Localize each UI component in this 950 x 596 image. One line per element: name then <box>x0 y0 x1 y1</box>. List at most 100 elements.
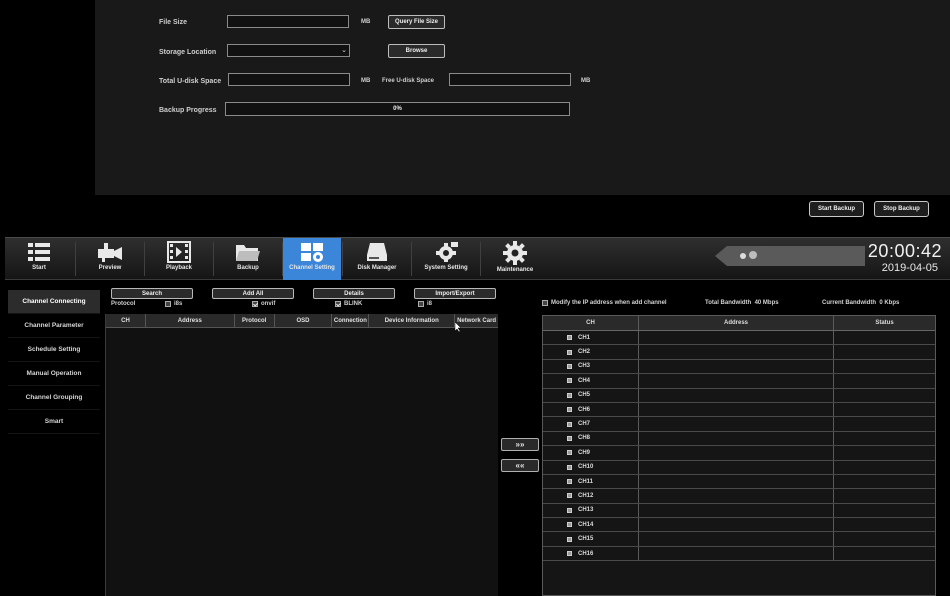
protocol-blink[interactable]: BLINK <box>335 301 362 307</box>
channel-checkbox[interactable] <box>567 407 572 413</box>
channel-cell[interactable]: CH13 <box>543 503 639 518</box>
stop-backup-button[interactable]: Stop Backup <box>874 201 929 217</box>
column-status[interactable]: Status <box>834 316 935 330</box>
channel-cell[interactable]: CH5 <box>543 388 639 402</box>
table-row[interactable]: CH6 <box>543 402 935 418</box>
table-row[interactable]: CH15 <box>543 532 935 547</box>
channel-checkbox[interactable] <box>567 392 572 398</box>
remove-channel-button[interactable]: «« <box>501 459 539 472</box>
toolbar-system-setting[interactable]: System Setting <box>412 238 480 280</box>
column-ch[interactable]: CH <box>543 316 639 330</box>
channel-cell[interactable]: CH14 <box>543 518 639 532</box>
table-row[interactable]: CH13 <box>543 503 935 519</box>
protocol-i8[interactable]: i8 <box>418 301 432 307</box>
toolbar-maintenance[interactable]: Maintenance <box>481 238 549 280</box>
channel-checkbox[interactable] <box>567 522 572 528</box>
free-space-field[interactable] <box>449 73 571 86</box>
table-row[interactable]: CH1 <box>543 331 935 346</box>
add-channel-button[interactable]: »» <box>501 438 539 451</box>
total-space-field[interactable] <box>228 73 350 86</box>
add-all-button[interactable]: Add All <box>212 288 294 299</box>
channel-cell[interactable]: CH10 <box>543 460 639 474</box>
column-address[interactable]: Address <box>146 314 235 327</box>
channel-cell[interactable]: CH9 <box>543 446 639 460</box>
column-address[interactable]: Address <box>639 316 834 330</box>
column-ch[interactable]: CH <box>106 314 146 327</box>
channel-checkbox[interactable] <box>567 435 572 441</box>
channel-cell[interactable]: CH3 <box>543 359 639 374</box>
checkbox-blink[interactable] <box>335 301 341 307</box>
checkbox-i8[interactable] <box>418 301 424 307</box>
column-osd[interactable]: OSD <box>275 314 333 327</box>
table-row[interactable]: CH7 <box>543 417 935 432</box>
toolbar-backup[interactable]: Backup <box>214 238 282 280</box>
sidebar-item-channel-parameter[interactable]: Channel Parameter <box>8 314 100 338</box>
channel-checkbox[interactable] <box>567 479 572 485</box>
table-row[interactable]: CH8 <box>543 431 935 447</box>
sidebar-item-channel-grouping[interactable]: Channel Grouping <box>8 386 100 410</box>
search-button[interactable]: Search <box>111 288 193 299</box>
address-cell <box>639 532 834 546</box>
toolbar-channel-setting[interactable]: Channel Setting <box>283 238 341 280</box>
browse-button[interactable]: Browse <box>388 44 445 58</box>
table-row[interactable]: CH12 <box>543 489 935 504</box>
storage-location-select[interactable]: ⌄ <box>227 44 350 57</box>
toolbar-disk-manager[interactable]: Disk Manager <box>343 238 411 280</box>
table-row[interactable]: CH5 <box>543 388 935 403</box>
channel-cell[interactable]: CH4 <box>543 374 639 388</box>
channel-checkbox[interactable] <box>567 551 572 557</box>
channel-checkbox[interactable] <box>567 335 572 341</box>
device-table: CH Address Protocol OSD Connection Devic… <box>105 314 498 596</box>
channel-checkbox[interactable] <box>567 536 572 542</box>
column-device-information[interactable]: Device Information <box>369 314 456 327</box>
sidebar-item-manual-operation[interactable]: Manual Operation <box>8 362 100 386</box>
channel-checkbox[interactable] <box>567 507 572 513</box>
details-button[interactable]: Details <box>313 288 395 299</box>
file-size-field[interactable] <box>227 15 349 28</box>
channel-checkbox[interactable] <box>567 378 572 384</box>
address-cell <box>639 331 834 345</box>
channel-checkbox[interactable] <box>567 421 572 427</box>
channel-cell[interactable]: CH6 <box>543 402 639 417</box>
sidebar-item-schedule-setting[interactable]: Schedule Setting <box>8 338 100 362</box>
query-file-size-button[interactable]: Query File Size <box>388 15 445 29</box>
table-row[interactable]: CH14 <box>543 518 935 533</box>
import-export-button[interactable]: Import/Export <box>414 288 496 299</box>
channel-cell[interactable]: CH2 <box>543 345 639 359</box>
protocol-i8s[interactable]: i8s <box>165 301 182 307</box>
table-row[interactable]: CH9 <box>543 446 935 461</box>
checkbox-modify-ip[interactable] <box>542 300 548 306</box>
channel-checkbox[interactable] <box>567 363 572 369</box>
table-row[interactable]: CH3 <box>543 359 935 375</box>
channel-checkbox[interactable] <box>567 493 572 499</box>
table-row[interactable]: CH4 <box>543 374 935 389</box>
sidebar-item-channel-connecting[interactable]: Channel Connecting <box>8 290 100 314</box>
channel-cell[interactable]: CH11 <box>543 474 639 489</box>
column-protocol[interactable]: Protocol <box>235 314 275 327</box>
protocol-onvif[interactable]: onvif <box>252 301 275 307</box>
table-row[interactable]: CH11 <box>543 474 935 490</box>
column-connection[interactable]: Connection <box>332 314 370 327</box>
table-row[interactable]: CH10 <box>543 460 935 475</box>
channel-cell[interactable]: CH16 <box>543 546 639 561</box>
toolbar-preview[interactable]: Preview <box>76 238 144 280</box>
checkbox-i8s[interactable] <box>165 301 171 307</box>
modify-ip-option[interactable]: Modify the IP address when add channel <box>542 300 667 306</box>
channel-cell[interactable]: CH12 <box>543 489 639 503</box>
table-row[interactable]: CH2 <box>543 345 935 360</box>
channel-cell[interactable]: CH7 <box>543 417 639 431</box>
toolbar-playback[interactable]: Playback <box>145 238 213 280</box>
start-backup-button[interactable]: Start Backup <box>809 201 864 217</box>
channel-checkbox[interactable] <box>567 464 572 470</box>
checkbox-onvif[interactable] <box>252 301 258 307</box>
channel-checkbox[interactable] <box>567 349 572 355</box>
channel-checkbox[interactable] <box>567 450 572 456</box>
sidebar-item-smart[interactable]: Smart <box>8 410 100 434</box>
channel-cell[interactable]: CH15 <box>543 532 639 546</box>
chevron-down-icon[interactable]: ⌄ <box>340 46 348 56</box>
toolbar-start[interactable]: Start <box>5 238 73 280</box>
channel-cell[interactable]: CH1 <box>543 331 639 345</box>
table-row[interactable]: CH16 <box>543 546 935 562</box>
channel-cell[interactable]: CH8 <box>543 431 639 446</box>
status-cell <box>834 475 935 488</box>
